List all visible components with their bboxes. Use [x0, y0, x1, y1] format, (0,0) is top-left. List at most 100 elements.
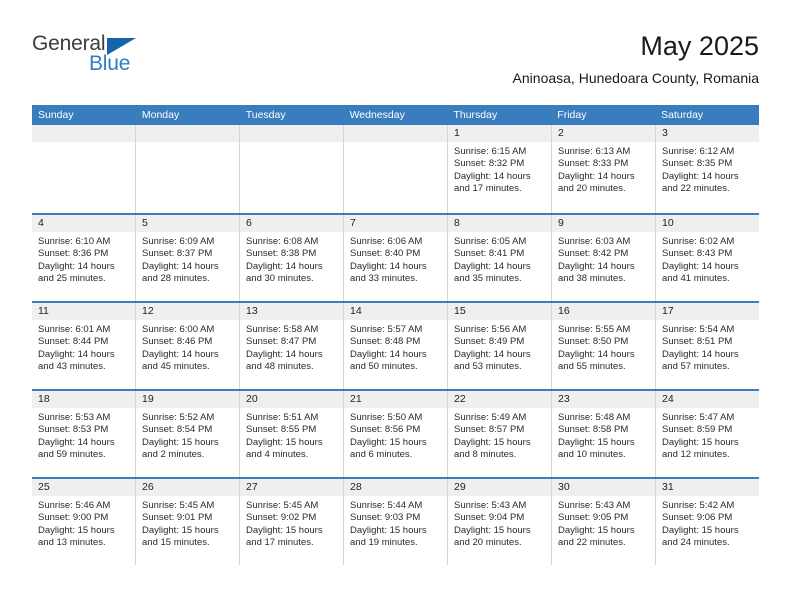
- sunset-text: Sunset: 8:54 PM: [142, 424, 213, 436]
- day-info: Sunrise: 5:47 AM Sunset: 8:59 PM Dayligh…: [656, 408, 759, 462]
- day-cell[interactable]: 23 Sunrise: 5:48 AM Sunset: 8:58 PM Dayl…: [552, 391, 656, 477]
- daylight-text-line2: and 12 minutes.: [662, 449, 730, 461]
- day-number: [32, 125, 135, 142]
- day-number: 13: [240, 303, 343, 320]
- day-cell[interactable]: 28 Sunrise: 5:44 AM Sunset: 9:03 PM Dayl…: [344, 479, 448, 565]
- day-cell[interactable]: [240, 125, 344, 213]
- sunrise-text: Sunrise: 5:49 AM: [454, 412, 527, 423]
- sunrise-text: Sunrise: 5:47 AM: [662, 412, 735, 423]
- day-cell[interactable]: 17 Sunrise: 5:54 AM Sunset: 8:51 PM Dayl…: [656, 303, 759, 389]
- daylight-text-line2: and 2 minutes.: [142, 449, 205, 461]
- day-number: 10: [656, 215, 759, 232]
- sunrise-text: Sunrise: 6:03 AM: [558, 236, 631, 247]
- day-cell[interactable]: 25 Sunrise: 5:46 AM Sunset: 9:00 PM Dayl…: [32, 479, 136, 565]
- day-number: 14: [344, 303, 447, 320]
- sunrise-text: Sunrise: 5:42 AM: [662, 500, 735, 511]
- daylight-text-line2: and 50 minutes.: [350, 361, 418, 373]
- day-cell[interactable]: 5 Sunrise: 6:09 AM Sunset: 8:37 PM Dayli…: [136, 215, 240, 301]
- day-number: [344, 125, 447, 142]
- day-cell[interactable]: 14 Sunrise: 5:57 AM Sunset: 8:48 PM Dayl…: [344, 303, 448, 389]
- day-cell[interactable]: 29 Sunrise: 5:43 AM Sunset: 9:04 PM Dayl…: [448, 479, 552, 565]
- sunrise-text: Sunrise: 5:46 AM: [38, 500, 111, 511]
- day-number: 31: [656, 479, 759, 496]
- day-cell[interactable]: [344, 125, 448, 213]
- daylight-text-line1: Daylight: 14 hours: [38, 348, 115, 360]
- day-cell[interactable]: 16 Sunrise: 5:55 AM Sunset: 8:50 PM Dayl…: [552, 303, 656, 389]
- day-cell[interactable]: 8 Sunrise: 6:05 AM Sunset: 8:41 PM Dayli…: [448, 215, 552, 301]
- daylight-text-line2: and 22 minutes.: [558, 537, 626, 549]
- day-cell[interactable]: 15 Sunrise: 5:56 AM Sunset: 8:49 PM Dayl…: [448, 303, 552, 389]
- day-cell[interactable]: 9 Sunrise: 6:03 AM Sunset: 8:42 PM Dayli…: [552, 215, 656, 301]
- daylight-text-line1: Daylight: 14 hours: [142, 348, 219, 360]
- day-number: 22: [448, 391, 551, 408]
- day-cell[interactable]: 26 Sunrise: 5:45 AM Sunset: 9:01 PM Dayl…: [136, 479, 240, 565]
- page-subtitle: Aninoasa, Hunedoara County, Romania: [512, 70, 759, 86]
- daylight-text-line1: Daylight: 15 hours: [558, 524, 635, 536]
- daylight-text-line2: and 28 minutes.: [142, 273, 210, 285]
- daylight-text-line1: Daylight: 15 hours: [38, 524, 115, 536]
- day-cell[interactable]: 22 Sunrise: 5:49 AM Sunset: 8:57 PM Dayl…: [448, 391, 552, 477]
- daylight-text-line2: and 33 minutes.: [350, 273, 418, 285]
- calendar-page: General Blue May 2025 Aninoasa, Hunedoar…: [0, 0, 792, 612]
- day-cell[interactable]: [32, 125, 136, 213]
- week-row: 18 Sunrise: 5:53 AM Sunset: 8:53 PM Dayl…: [32, 389, 759, 477]
- sunrise-text: Sunrise: 6:01 AM: [38, 324, 111, 335]
- day-info: Sunrise: 6:01 AM Sunset: 8:44 PM Dayligh…: [32, 320, 135, 374]
- day-cell[interactable]: 2 Sunrise: 6:13 AM Sunset: 8:33 PM Dayli…: [552, 125, 656, 213]
- brand-logo[interactable]: General Blue: [32, 30, 232, 90]
- weekday-header-monday: Monday: [141, 109, 180, 121]
- day-cell[interactable]: 18 Sunrise: 5:53 AM Sunset: 8:53 PM Dayl…: [32, 391, 136, 477]
- sunrise-text: Sunrise: 5:43 AM: [454, 500, 527, 511]
- sunrise-text: Sunrise: 6:06 AM: [350, 236, 423, 247]
- day-cell[interactable]: 13 Sunrise: 5:58 AM Sunset: 8:47 PM Dayl…: [240, 303, 344, 389]
- daylight-text-line1: Daylight: 15 hours: [246, 524, 323, 536]
- day-info: Sunrise: 5:48 AM Sunset: 8:58 PM Dayligh…: [552, 408, 655, 462]
- day-cell[interactable]: 4 Sunrise: 6:10 AM Sunset: 8:36 PM Dayli…: [32, 215, 136, 301]
- day-cell[interactable]: 21 Sunrise: 5:50 AM Sunset: 8:56 PM Dayl…: [344, 391, 448, 477]
- day-cell[interactable]: 27 Sunrise: 5:45 AM Sunset: 9:02 PM Dayl…: [240, 479, 344, 565]
- day-cell[interactable]: 20 Sunrise: 5:51 AM Sunset: 8:55 PM Dayl…: [240, 391, 344, 477]
- day-info: Sunrise: 6:05 AM Sunset: 8:41 PM Dayligh…: [448, 232, 551, 286]
- day-cell[interactable]: 10 Sunrise: 6:02 AM Sunset: 8:43 PM Dayl…: [656, 215, 759, 301]
- day-number: 19: [136, 391, 239, 408]
- sunset-text: Sunset: 8:57 PM: [454, 424, 525, 436]
- daylight-text-line1: Daylight: 14 hours: [662, 260, 739, 272]
- day-cell[interactable]: 31 Sunrise: 5:42 AM Sunset: 9:06 PM Dayl…: [656, 479, 759, 565]
- day-cell[interactable]: 11 Sunrise: 6:01 AM Sunset: 8:44 PM Dayl…: [32, 303, 136, 389]
- daylight-text-line1: Daylight: 15 hours: [350, 524, 427, 536]
- day-info: Sunrise: 6:06 AM Sunset: 8:40 PM Dayligh…: [344, 232, 447, 286]
- day-info: Sunrise: 5:51 AM Sunset: 8:55 PM Dayligh…: [240, 408, 343, 462]
- day-cell[interactable]: 24 Sunrise: 5:47 AM Sunset: 8:59 PM Dayl…: [656, 391, 759, 477]
- day-cell[interactable]: 7 Sunrise: 6:06 AM Sunset: 8:40 PM Dayli…: [344, 215, 448, 301]
- sunset-text: Sunset: 8:42 PM: [558, 248, 629, 260]
- day-info: Sunrise: 5:50 AM Sunset: 8:56 PM Dayligh…: [344, 408, 447, 462]
- day-cell[interactable]: 19 Sunrise: 5:52 AM Sunset: 8:54 PM Dayl…: [136, 391, 240, 477]
- sunrise-text: Sunrise: 5:52 AM: [142, 412, 215, 423]
- sunrise-text: Sunrise: 5:45 AM: [246, 500, 319, 511]
- daylight-text-line2: and 30 minutes.: [246, 273, 314, 285]
- day-cell[interactable]: 12 Sunrise: 6:00 AM Sunset: 8:46 PM Dayl…: [136, 303, 240, 389]
- day-info: [32, 142, 135, 146]
- day-number: 25: [32, 479, 135, 496]
- daylight-text-line2: and 17 minutes.: [246, 537, 314, 549]
- day-cell[interactable]: [136, 125, 240, 213]
- day-cell[interactable]: 1 Sunrise: 6:15 AM Sunset: 8:32 PM Dayli…: [448, 125, 552, 213]
- sunset-text: Sunset: 9:03 PM: [350, 512, 421, 524]
- sunrise-text: Sunrise: 5:48 AM: [558, 412, 631, 423]
- day-cell[interactable]: 30 Sunrise: 5:43 AM Sunset: 9:05 PM Dayl…: [552, 479, 656, 565]
- day-cell[interactable]: 3 Sunrise: 6:12 AM Sunset: 8:35 PM Dayli…: [656, 125, 759, 213]
- brand-name-blue: Blue: [89, 52, 131, 75]
- sunrise-text: Sunrise: 6:08 AM: [246, 236, 319, 247]
- daylight-text-line2: and 20 minutes.: [558, 183, 626, 195]
- daylight-text-line1: Daylight: 14 hours: [350, 348, 427, 360]
- daylight-text-line2: and 10 minutes.: [558, 449, 626, 461]
- daylight-text-line1: Daylight: 15 hours: [454, 436, 531, 448]
- sunrise-text: Sunrise: 5:45 AM: [142, 500, 215, 511]
- daylight-text-line1: Daylight: 14 hours: [142, 260, 219, 272]
- day-info: Sunrise: 5:55 AM Sunset: 8:50 PM Dayligh…: [552, 320, 655, 374]
- daylight-text-line2: and 25 minutes.: [38, 273, 106, 285]
- day-number: 30: [552, 479, 655, 496]
- day-cell[interactable]: 6 Sunrise: 6:08 AM Sunset: 8:38 PM Dayli…: [240, 215, 344, 301]
- sunrise-text: Sunrise: 5:51 AM: [246, 412, 319, 423]
- day-number: 11: [32, 303, 135, 320]
